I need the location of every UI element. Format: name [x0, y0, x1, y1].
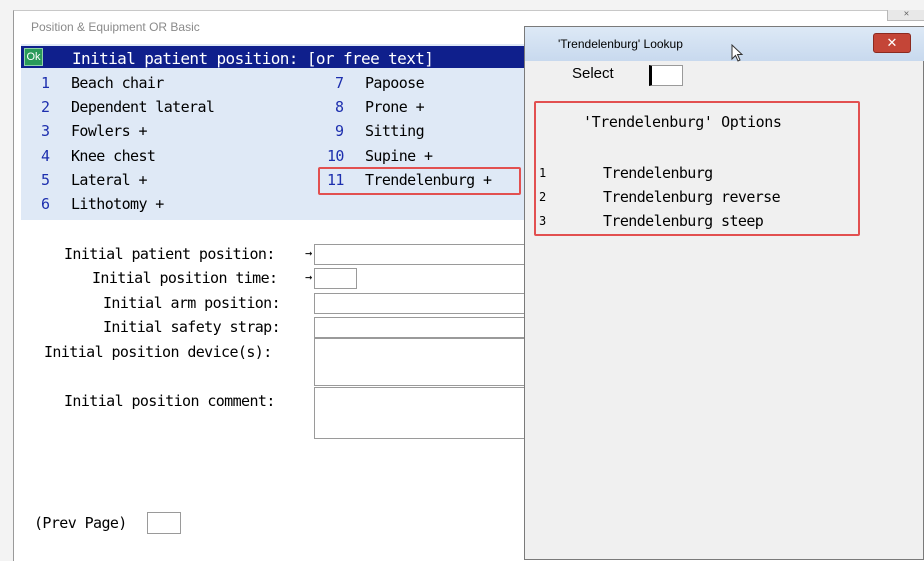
list-item-fowlers[interactable]: 3 Fowlers + [41, 121, 241, 141]
main-close-icon[interactable]: ✕ [887, 10, 924, 21]
lookup-option-label: Trendelenburg reverse [603, 188, 781, 206]
list-item-lithotomy[interactable]: 6 Lithotomy + [41, 194, 241, 214]
option-number: 6 [41, 195, 50, 213]
list-item-beach-chair[interactable]: 1 Beach chair [41, 73, 241, 93]
lookup-option-number: 2 [539, 190, 546, 204]
list-item-dependent-lateral[interactable]: 2 Dependent lateral [41, 97, 261, 117]
option-label: Sitting [365, 122, 425, 140]
option-number: 4 [41, 147, 50, 165]
list-header-text: Initial patient position: [or free text] [72, 49, 434, 68]
lookup-option-trendelenburg-steep[interactable]: 3 Trendelenburg steep [539, 210, 829, 232]
initial-position-time-label: Initial position time: [92, 269, 278, 287]
option-label: Beach chair [71, 74, 164, 92]
option-number: 10 [327, 147, 344, 165]
option-number: 8 [335, 98, 344, 116]
select-label: Select [572, 65, 614, 82]
initial-arm-position-label: Initial arm position: [103, 294, 281, 312]
option-number: 2 [41, 98, 50, 116]
list-item-prone[interactable]: 8 Prone + [327, 97, 517, 117]
initial-patient-position-label: Initial patient position: [64, 245, 275, 263]
initial-position-comment-textarea[interactable] [314, 387, 526, 439]
close-icon[interactable]: ✕ [873, 33, 911, 53]
window-title: Position & Equipment OR Basic [31, 20, 200, 34]
option-label: Lithotomy + [71, 195, 164, 213]
initial-safety-strap-label: Initial safety strap: [103, 318, 281, 336]
option-number: 1 [41, 74, 50, 92]
lookup-option-trendelenburg-reverse[interactable]: 2 Trendelenburg reverse [539, 186, 829, 208]
trendelenburg-highlight-box [318, 167, 521, 195]
lookup-option-number: 3 [539, 214, 546, 228]
list-item-lateral[interactable]: 5 Lateral + [41, 170, 241, 190]
list-item-knee-chest[interactable]: 4 Knee chest [41, 146, 241, 166]
option-label: Fowlers + [71, 122, 147, 140]
initial-position-devices-textarea[interactable] [314, 338, 526, 386]
arrow-icon: → [305, 246, 313, 260]
initial-arm-position-input[interactable] [314, 293, 526, 314]
option-number: 7 [335, 74, 344, 92]
option-number: 9 [335, 122, 344, 140]
lookup-option-label: Trendelenburg steep [603, 212, 764, 230]
initial-safety-strap-input[interactable] [314, 317, 526, 338]
option-label: Lateral + [71, 171, 147, 189]
arrow-icon: → [305, 270, 313, 284]
options-title: 'Trendelenburg' Options [583, 113, 782, 131]
lookup-title: 'Trendelenburg' Lookup [558, 37, 683, 51]
lookup-option-number: 1 [539, 166, 546, 180]
initial-patient-position-input[interactable] [314, 244, 526, 265]
list-item-supine[interactable]: 10 Supine + [327, 146, 517, 166]
list-item-papoose[interactable]: 7 Papoose [327, 73, 517, 93]
option-label: Prone + [365, 98, 425, 116]
initial-position-comment-label: Initial position comment: [64, 392, 275, 410]
ok-button[interactable]: Ok [24, 48, 43, 66]
option-label: Papoose [365, 74, 425, 92]
lookup-option-label: Trendelenburg [603, 164, 713, 182]
option-label: Dependent lateral [71, 98, 215, 116]
lookup-option-trendelenburg[interactable]: 1 Trendelenburg [539, 162, 829, 184]
initial-position-time-input[interactable] [314, 268, 357, 289]
initial-position-devices-label: Initial position device(s): [44, 343, 272, 361]
prev-page-label: (Prev Page) [34, 514, 127, 532]
prev-page-input[interactable] [147, 512, 181, 534]
option-number: 5 [41, 171, 50, 189]
select-input[interactable] [649, 65, 683, 86]
option-label: Knee chest [71, 147, 156, 165]
option-number: 3 [41, 122, 50, 140]
mouse-pointer-icon [731, 43, 745, 68]
option-label: Supine + [365, 147, 433, 165]
list-item-sitting[interactable]: 9 Sitting [327, 121, 517, 141]
